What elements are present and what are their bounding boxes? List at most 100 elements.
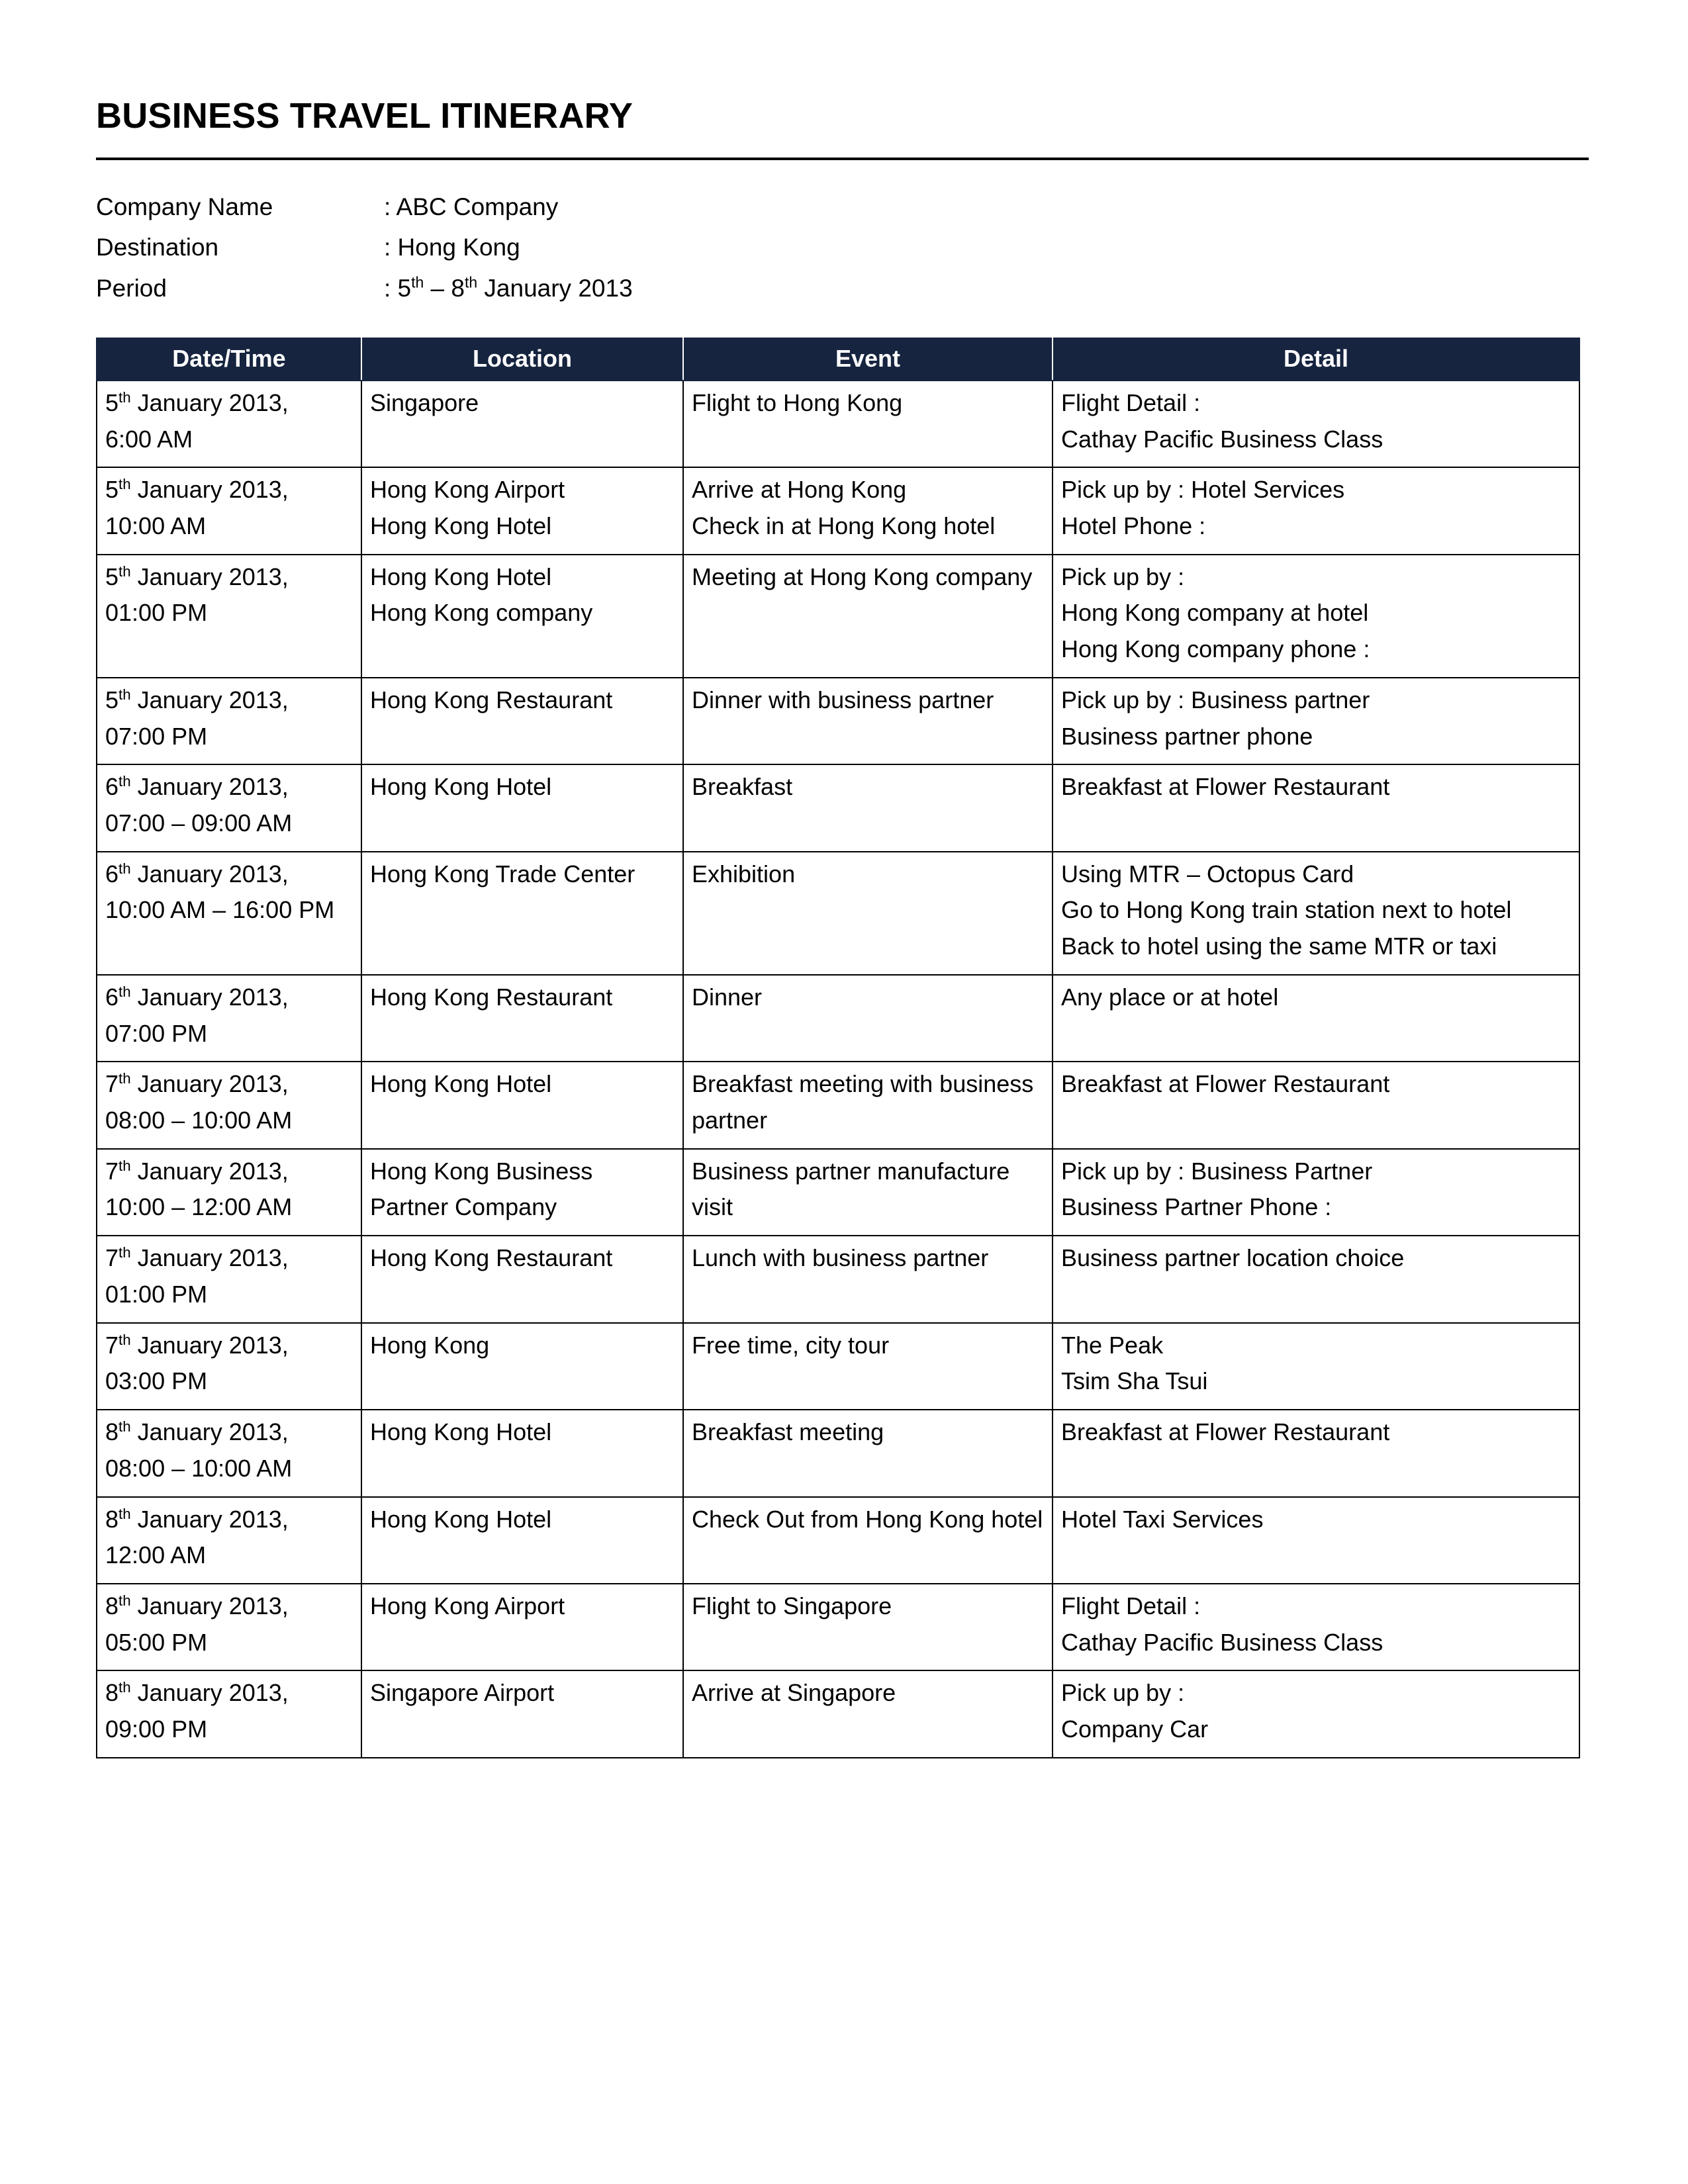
date-ordinal-suffix: th — [118, 563, 131, 580]
cell-location: Hong Kong Airport — [361, 1582, 684, 1672]
cell-location: Hong Kong Trade Center — [361, 850, 684, 976]
cell-event-line: Dinner — [692, 983, 763, 1011]
cell-location-line: Hong Kong Restaurant — [370, 983, 613, 1011]
date-month-year: January 2013, — [130, 1679, 289, 1707]
cell-detail-line: Business partner location choice — [1061, 1244, 1405, 1272]
cell-location: Hong Kong Hotel — [361, 764, 684, 852]
cell-datetime-time: 10:00 – 12:00 AM — [105, 1193, 293, 1221]
cell-event: Arrive at Singapore — [682, 1670, 1053, 1758]
cell-event: Free time, city tour — [682, 1322, 1053, 1411]
cell-detail-line: Flight Detail : — [1061, 388, 1201, 416]
cell-datetime: 7th January 2013, 10:00 – 12:00 AM — [96, 1148, 362, 1237]
date-ordinal-suffix: th — [118, 686, 131, 703]
date-month-year: January 2013, — [130, 1331, 289, 1359]
table-row: 5th January 2013, 01:00 PM Hong Kong Hotel… — [96, 553, 1580, 678]
cell-datetime-date: 8th January 2013, — [105, 1502, 353, 1538]
date-day-number: 5 — [105, 388, 119, 416]
table-row: 7th January 2013, 08:00 – 10:00 AM Hong Ko… — [96, 1061, 1580, 1150]
date-day-number: 7 — [105, 1244, 119, 1272]
cell-location-line: Hong Kong Hotel — [370, 1070, 552, 1098]
cell-detail-line: Business Partner Phone : — [1061, 1193, 1332, 1221]
period-middle: – 8 — [424, 274, 465, 302]
cell-detail: The Peak Tsim Sha Tsui — [1052, 1322, 1580, 1411]
cell-location-line: Hong Kong company — [370, 599, 593, 627]
meta-row-period: Period : 5th – 8th January 2013 — [96, 268, 1589, 308]
table-row: 8th January 2013, 09:00 PM Singapore Airpo… — [96, 1670, 1580, 1758]
cell-detail: Flight Detail : Cathay Pacific Business C… — [1052, 1582, 1580, 1672]
cell-location-line: Hong Kong Hotel — [370, 773, 552, 801]
cell-location-line: Hong Kong Hotel — [370, 512, 552, 539]
cell-detail: Breakfast at Flower Restaurant — [1052, 1409, 1580, 1498]
cell-datetime-date: 6th January 2013, — [105, 979, 353, 1016]
cell-event: Check Out from Hong Kong hotel — [682, 1496, 1053, 1584]
cell-datetime: 6th January 2013, 07:00 PM — [96, 974, 362, 1063]
cell-datetime-time: 01:00 PM — [105, 599, 208, 627]
cell-detail-line: Pick up by : — [1061, 1679, 1185, 1707]
date-day-number: 7 — [105, 1070, 119, 1098]
cell-datetime-time: 03:00 PM — [105, 1367, 208, 1395]
cell-datetime-time: 6:00 AM — [105, 425, 193, 453]
cell-event-line: Breakfast — [692, 773, 793, 801]
date-ordinal-suffix: th — [118, 1244, 131, 1261]
date-ordinal-suffix: th — [118, 1418, 131, 1435]
cell-detail: Breakfast at Flower Restaurant — [1052, 764, 1580, 852]
cell-event: Business partner manufacture visit — [682, 1148, 1053, 1237]
cell-detail-line: Pick up by : Business partner — [1061, 686, 1370, 713]
cell-datetime-date: 5th January 2013, — [105, 559, 353, 596]
cell-event: Exhibition — [682, 850, 1053, 976]
cell-detail: Pick up by : Business Partner Business Pa… — [1052, 1148, 1580, 1237]
date-day-number: 8 — [105, 1505, 119, 1533]
cell-event-line: Lunch with business partner — [692, 1244, 989, 1272]
cell-detail: Pick up by : Hotel Services Hotel Phone : — [1052, 467, 1580, 555]
cell-datetime: 8th January 2013, 09:00 PM — [96, 1670, 362, 1758]
cell-datetime-date: 6th January 2013, — [105, 769, 353, 805]
date-ordinal-suffix: th — [118, 476, 131, 493]
date-month-year: January 2013, — [130, 563, 289, 590]
table-header-row: Date/Time Location Event Detail — [96, 338, 1580, 381]
cell-detail-line: Cathay Pacific Business Class — [1061, 425, 1383, 453]
cell-location: Hong Kong Hotel — [361, 1496, 684, 1584]
column-header-event: Event — [682, 338, 1053, 381]
date-month-year: January 2013, — [130, 773, 289, 801]
itinerary-table-head: Date/Time Location Event Detail — [96, 338, 1580, 381]
column-header-datetime: Date/Time — [96, 338, 362, 381]
cell-datetime-date: 5th January 2013, — [105, 682, 353, 719]
cell-detail: Any place or at hotel — [1052, 974, 1580, 1063]
cell-location-line: Hong Kong — [370, 1331, 490, 1359]
date-ordinal-suffix: th — [118, 1157, 131, 1174]
meta-value-destination: : Hong Kong — [384, 234, 520, 261]
cell-detail-line: Hong Kong company phone : — [1061, 635, 1370, 663]
date-month-year: January 2013, — [130, 1592, 289, 1619]
cell-datetime-date: 7th January 2013, — [105, 1328, 353, 1364]
cell-event-line: Meeting at Hong Kong company — [692, 563, 1033, 590]
date-ordinal-suffix: th — [118, 860, 131, 877]
cell-event-line: Business partner manufacture visit — [692, 1157, 1010, 1221]
cell-datetime: 5th January 2013, 01:00 PM — [96, 553, 362, 678]
cell-event-line: Exhibition — [692, 860, 796, 887]
cell-detail: Business partner location choice — [1052, 1235, 1580, 1324]
cell-location-line: Hong Kong Hotel — [370, 1418, 552, 1446]
date-month-year: January 2013, — [130, 476, 289, 504]
meta-row-destination: Destination : Hong Kong — [96, 227, 1589, 267]
cell-datetime-time: 07:00 PM — [105, 1019, 208, 1047]
table-row: 6th January 2013, 10:00 AM – 16:00 PM Hong… — [96, 850, 1580, 976]
cell-detail-line: Pick up by : — [1061, 563, 1185, 590]
cell-location: Singapore Airport — [361, 1670, 684, 1758]
cell-event: Arrive at Hong Kong Check in at Hong Kong… — [682, 467, 1053, 555]
cell-datetime-time: 07:00 – 09:00 AM — [105, 809, 293, 837]
table-row: 5th January 2013, 10:00 AM Hong Kong Airpo… — [96, 467, 1580, 555]
cell-detail-line: Hotel Taxi Services — [1061, 1505, 1264, 1533]
date-ordinal-suffix: th — [118, 388, 131, 406]
table-row: 7th January 2013, 01:00 PM Hong Kong Resta… — [96, 1235, 1580, 1324]
cell-detail-line: Tsim Sha Tsui — [1061, 1367, 1208, 1395]
date-day-number: 6 — [105, 983, 119, 1011]
itinerary-table: Date/Time Location Event Detail 5th Janu… — [96, 338, 1580, 1758]
date-day-number: 7 — [105, 1157, 119, 1185]
cell-location-line: Hong Kong Restaurant — [370, 1244, 613, 1272]
cell-detail-line: Hong Kong company at hotel — [1061, 599, 1369, 627]
date-ordinal-suffix: th — [118, 1592, 131, 1609]
cell-datetime-time: 07:00 PM — [105, 722, 208, 750]
cell-detail: Flight Detail : Cathay Pacific Business C… — [1052, 379, 1580, 469]
cell-detail: Breakfast at Flower Restaurant — [1052, 1061, 1580, 1150]
table-row: 7th January 2013, 03:00 PM Hong Kong Free t… — [96, 1322, 1580, 1411]
